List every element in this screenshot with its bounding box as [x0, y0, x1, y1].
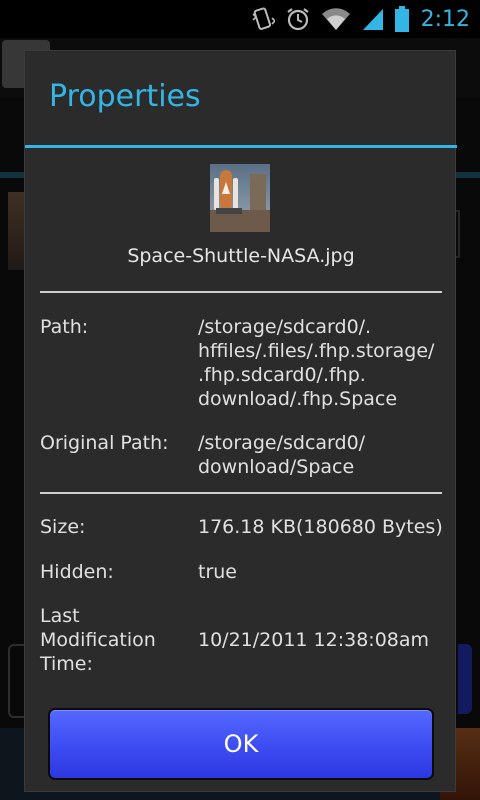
wifi-icon — [321, 7, 351, 31]
file-thumbnail — [210, 164, 270, 232]
label-line: Modification — [40, 629, 156, 651]
path-line: /storage/sdcard0/. — [198, 316, 372, 338]
label-line: Last — [40, 605, 80, 627]
path-label: Path: — [40, 316, 89, 338]
clock: 2:12 — [420, 6, 470, 32]
section-divider — [40, 291, 442, 293]
path-line: .fhp.sdcard0/.fhp. — [198, 364, 366, 386]
hidden-label: Hidden: — [40, 561, 114, 583]
label-line: Time: — [40, 653, 93, 675]
hidden-value: true — [198, 561, 237, 583]
original-path-line: download/Space — [198, 456, 355, 478]
status-bar: 2:12 — [0, 0, 480, 38]
ok-button[interactable]: OK — [48, 708, 434, 780]
signal-icon — [361, 7, 385, 31]
last-modification-value: 10/21/2011 12:38:08am — [198, 629, 430, 651]
size-label: Size: — [40, 516, 86, 538]
file-name: Space-Shuttle-NASA.jpg — [127, 245, 355, 267]
size-value: 176.18 KB(180680 Bytes) — [198, 516, 443, 538]
path-value: /storage/sdcard0/. hffiles/.files/.fhp.s… — [198, 315, 448, 411]
last-modification-label: Last Modification Time: — [40, 604, 156, 676]
path-line: download/.fhp.Space — [198, 388, 398, 410]
original-path-value: /storage/sdcard0/ download/Space — [198, 431, 448, 479]
original-path-label: Original Path: — [40, 432, 169, 454]
battery-icon — [394, 6, 409, 32]
vibrate-icon — [251, 6, 275, 32]
status-icons — [251, 6, 409, 32]
dialog-title: Properties — [49, 79, 201, 114]
properties-dialog: Properties Space-Shuttle-NASA.jpg Path: … — [24, 50, 457, 792]
path-line: hffiles/.files/.fhp.storage/ — [198, 340, 435, 362]
section-divider — [40, 492, 442, 494]
alarm-icon — [285, 6, 311, 32]
title-divider — [25, 145, 457, 148]
original-path-line: /storage/sdcard0/ — [198, 432, 366, 454]
